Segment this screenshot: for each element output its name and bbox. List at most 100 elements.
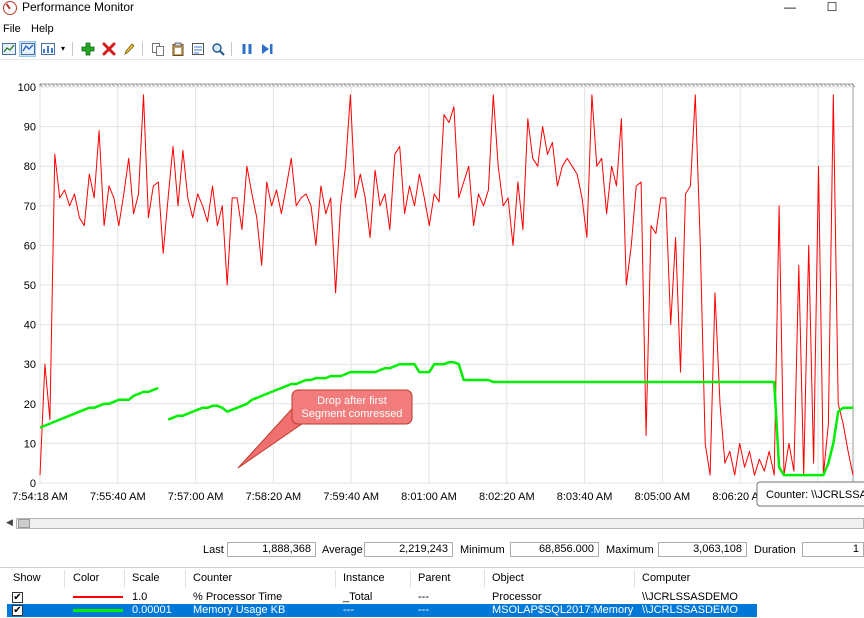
- highlight-icon[interactable]: [120, 41, 137, 57]
- window-title: Performance Monitor: [22, 0, 135, 14]
- row-parent: ---: [418, 604, 429, 616]
- tooltip-text: Counter: \\JCRLSSASD: [766, 489, 864, 501]
- toolbar-separator: [231, 42, 232, 56]
- col-divider: [634, 570, 635, 588]
- paste-counter-list-icon[interactable]: [169, 41, 186, 57]
- row-scale: 0.00001: [132, 604, 172, 616]
- y-tick-label: 100: [18, 82, 36, 94]
- time-scrollbar[interactable]: ◀: [0, 516, 864, 530]
- col-parent[interactable]: Parent: [418, 572, 450, 584]
- row-object: MSOLAP$SQL2017:Memory: [492, 604, 634, 616]
- menu-help[interactable]: Help: [31, 23, 54, 35]
- x-tick-label: 7:58:20 AM: [246, 491, 302, 503]
- update-data-icon[interactable]: [258, 41, 275, 57]
- add-counter-icon[interactable]: [79, 41, 96, 57]
- scroll-thumb[interactable]: [18, 519, 30, 528]
- x-axis-labels: 7:54:18 AM 7:55:40 AM 7:57:00 AM 7:58:20 AM…: [12, 491, 836, 503]
- y-axis-labels: 0 10 20 30 40 50 60 70 80 90 100: [18, 82, 36, 490]
- y-tick-label: 30: [24, 359, 36, 371]
- dropdown-icon[interactable]: ▾: [58, 41, 68, 57]
- col-divider: [185, 570, 186, 588]
- x-tick-label: 7:57:00 AM: [168, 491, 224, 503]
- show-checkbox[interactable]: ✔: [12, 592, 23, 603]
- x-tick-label: 8:03:40 AM: [557, 491, 613, 503]
- view-histogram-icon[interactable]: [19, 41, 36, 57]
- color-swatch: [73, 609, 123, 612]
- copy-properties-icon[interactable]: [149, 41, 166, 57]
- view-graph-icon[interactable]: [0, 41, 17, 57]
- last-value: 1,888,368: [227, 542, 316, 557]
- x-tick-label: 8:05:00 AM: [635, 491, 691, 503]
- row-object: Processor: [492, 591, 542, 603]
- row-computer: \\JCRLSSASDEMO: [642, 591, 738, 603]
- col-object[interactable]: Object: [492, 572, 524, 584]
- counter-tooltip: Counter: \\JCRLSSASD: [756, 481, 864, 507]
- x-tick-label: 8:02:20 AM: [479, 491, 535, 503]
- y-tick-label: 60: [24, 240, 36, 252]
- x-tick-label: 7:59:40 AM: [323, 491, 379, 503]
- col-computer[interactable]: Computer: [642, 572, 690, 584]
- average-label: Average: [322, 544, 363, 556]
- toolbar-separator: [142, 42, 143, 56]
- maximize-button[interactable]: ☐: [812, 0, 852, 16]
- title-bar: Performance Monitor — ☐: [0, 0, 864, 20]
- x-tick-label: 7:55:40 AM: [90, 491, 146, 503]
- row-counter: Memory Usage KB: [193, 604, 286, 616]
- annotation-line-2: Segment comressed: [302, 408, 403, 420]
- annotation-line-1: Drop after first: [317, 395, 387, 407]
- row-counter: % Processor Time: [193, 591, 283, 603]
- chart-grid: [39, 83, 856, 484]
- delete-counter-icon[interactable]: [100, 41, 117, 57]
- pause-icon[interactable]: [238, 41, 255, 57]
- duration-label: Duration: [754, 544, 796, 556]
- maximum-label: Maximum: [606, 544, 654, 556]
- col-scale[interactable]: Scale: [132, 572, 160, 584]
- change-graph-type-icon[interactable]: [39, 41, 56, 57]
- scroll-track[interactable]: [16, 518, 864, 529]
- col-divider: [335, 570, 336, 588]
- properties-icon[interactable]: [189, 41, 206, 57]
- col-counter[interactable]: Counter: [193, 572, 232, 584]
- maximum-value: 3,063,108: [658, 542, 747, 557]
- perfmon-app-icon: [3, 1, 17, 15]
- y-tick-label: 90: [24, 122, 36, 134]
- y-tick-label: 10: [24, 438, 36, 450]
- row-instance: ---: [343, 604, 354, 616]
- toolbar-separator: [72, 42, 73, 56]
- memory-usage-line: [167, 360, 853, 477]
- row-scale: 1.0: [132, 591, 148, 603]
- y-tick-label: 70: [24, 201, 36, 213]
- col-color[interactable]: Color: [73, 572, 99, 584]
- menu-file[interactable]: File: [3, 23, 21, 35]
- minimize-button[interactable]: —: [770, 0, 810, 16]
- y-tick-label: 40: [24, 320, 36, 332]
- x-tick-label: 8:01:00 AM: [401, 491, 457, 503]
- row-computer: \\JCRLSSASDEMO: [642, 604, 738, 616]
- y-tick-label: 20: [24, 399, 36, 411]
- memory-usage-line: [39, 386, 159, 429]
- counter-row-memory[interactable]: ✔ 0.00001 Memory Usage KB --- --- MSOLAP…: [7, 604, 757, 617]
- last-label: Last: [203, 544, 224, 556]
- stats-bar: Last 1,888,368 Average 2,219,243 Minimum…: [0, 541, 864, 559]
- y-tick-label: 50: [24, 280, 36, 292]
- col-instance[interactable]: Instance: [343, 572, 385, 584]
- minimum-value: 68,856.000: [510, 542, 599, 557]
- x-tick-label: 7:54:18 AM: [12, 491, 68, 503]
- graph-area: 0 10 20 30 40 50 60 70 80 90 100 7:54:18 AM 7:55:40…: [0, 62, 864, 516]
- show-checkbox[interactable]: ✔: [12, 605, 23, 616]
- performance-chart[interactable]: 0 10 20 30 40 50 60 70 80 90 100 7:54:18 AM 7:55:40…: [0, 62, 864, 516]
- counter-row-processor[interactable]: ✔ 1.0 % Processor Time _Total --- Proces…: [7, 591, 757, 604]
- legend-header: Show Color Scale Counter Instance Parent…: [0, 568, 864, 590]
- duration-value: 1: [802, 542, 864, 557]
- minimum-label: Minimum: [460, 544, 505, 556]
- y-tick-label: 0: [30, 478, 36, 490]
- menu-bar: File Help: [0, 22, 864, 38]
- toolbar: ▾: [0, 38, 864, 60]
- row-instance: _Total: [343, 591, 373, 603]
- col-show[interactable]: Show: [13, 572, 41, 584]
- zoom-icon[interactable]: [209, 41, 226, 57]
- annotation-callout: Drop after first Segment comressed: [237, 389, 413, 469]
- col-divider: [124, 570, 125, 588]
- average-value: 2,219,243: [364, 542, 453, 557]
- scroll-left-icon[interactable]: ◀: [6, 517, 13, 528]
